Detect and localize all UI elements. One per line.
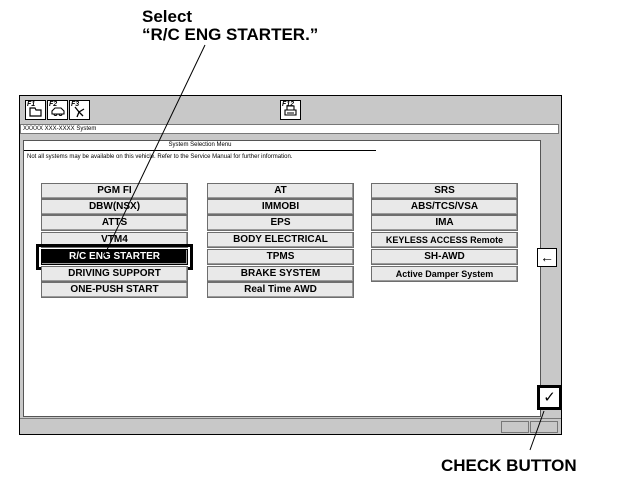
system-button-tpms[interactable]: TPMS xyxy=(207,249,354,265)
system-button-brake-system[interactable]: BRAKE SYSTEM xyxy=(207,266,354,282)
system-button-dbw-nsx[interactable]: DBW(NSX) xyxy=(41,199,188,215)
system-button-abs-tcs-vsa[interactable]: ABS/TCS/VSA xyxy=(371,199,518,215)
system-button-vtm4[interactable]: VTM4 xyxy=(41,232,188,248)
system-button-driving-support[interactable]: DRIVING SUPPORT xyxy=(41,266,188,282)
system-button-immobi[interactable]: IMMOBI xyxy=(207,199,354,215)
f1-key[interactable]: F1 xyxy=(25,100,46,120)
right-side-panel xyxy=(542,140,557,415)
system-button-sh-awd[interactable]: SH-AWD xyxy=(371,249,518,265)
check-button-callout: CHECK BUTTON xyxy=(441,456,577,475)
title-divider xyxy=(24,150,376,151)
select-callout: Select “R/C ENG STARTER.” xyxy=(142,8,318,44)
select-callout-line1: Select xyxy=(142,7,193,26)
f3-key[interactable]: F3 xyxy=(69,100,90,120)
system-button-srs[interactable]: SRS xyxy=(371,183,518,199)
back-arrow-button[interactable]: ← xyxy=(537,248,557,267)
system-button-pgm-fi[interactable]: PGM FI xyxy=(41,183,188,199)
car-icon xyxy=(51,107,65,116)
system-button-at[interactable]: AT xyxy=(207,183,354,199)
system-button-rc-eng-starter[interactable]: R/C ENG STARTER xyxy=(36,244,193,270)
tool-icon xyxy=(74,106,85,118)
system-button-ima[interactable]: IMA xyxy=(371,215,518,231)
f12-key[interactable]: F12 xyxy=(280,100,301,120)
system-button-atts[interactable]: ATTS xyxy=(41,215,188,231)
function-key-bar: F1 F2 F3 F12 xyxy=(20,96,561,124)
system-selection-panel: System Selection Menu Not all systems ma… xyxy=(23,140,541,417)
scan-tool-window: F1 F2 F3 F12 XXXXX XXX-XXXX System Syste… xyxy=(19,95,562,435)
system-button-real-time-awd[interactable]: Real Time AWD xyxy=(207,282,354,298)
folder-icon xyxy=(29,107,42,117)
system-button-active-damper-system[interactable]: Active Damper System xyxy=(371,266,518,282)
info-text: Not all systems may be available on this… xyxy=(27,154,293,160)
system-button-one-push-start[interactable]: ONE-PUSH START xyxy=(41,282,188,298)
status-cell-2 xyxy=(530,421,558,433)
select-callout-line2: “R/C ENG STARTER.” xyxy=(142,25,319,44)
system-button-body-electrical[interactable]: BODY ELECTRICAL xyxy=(207,232,354,248)
print-icon xyxy=(284,105,297,116)
system-button-keyless-access-remote[interactable]: KEYLESS ACCESS Remote xyxy=(371,232,518,248)
f2-key[interactable]: F2 xyxy=(47,100,68,120)
system-bar: XXXXX XXX-XXXX System xyxy=(20,124,559,134)
status-bar xyxy=(20,418,561,433)
check-button[interactable]: ✓ xyxy=(537,385,562,410)
menu-title: System Selection Menu xyxy=(168,142,232,148)
status-cell-1 xyxy=(501,421,529,433)
check-icon: ✓ xyxy=(543,389,556,406)
system-button-eps[interactable]: EPS xyxy=(207,215,354,231)
